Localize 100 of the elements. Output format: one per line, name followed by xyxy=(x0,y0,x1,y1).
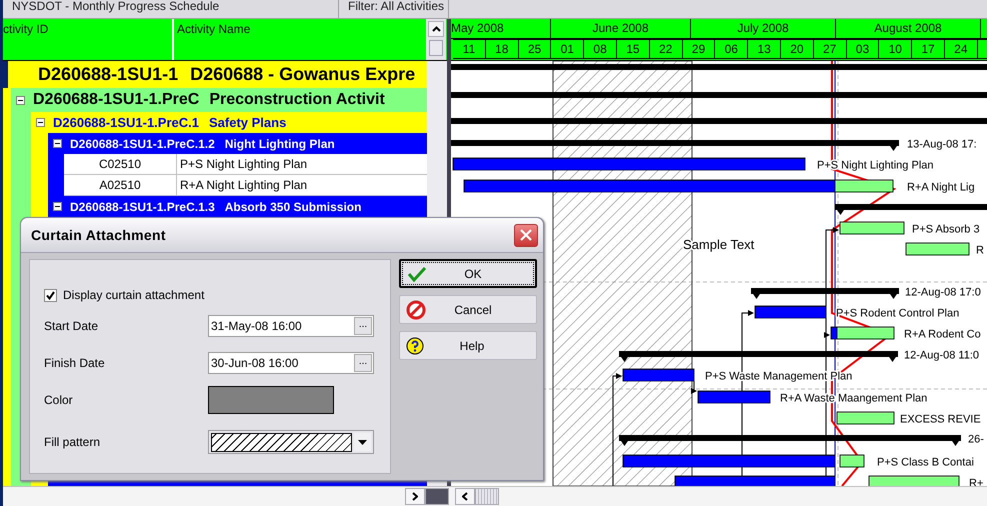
field-label: Finish Date xyxy=(44,356,106,370)
dependency-line xyxy=(691,380,697,394)
summary-bar[interactable] xyxy=(751,288,899,299)
week-header: 06 xyxy=(715,39,748,59)
checkbox[interactable] xyxy=(44,288,57,302)
month-header: August 2008 xyxy=(836,19,981,39)
wbs-row[interactable]: D260688-1SU1-1.PreC Preconstruction Activit xyxy=(11,88,427,112)
layout-name: NYSDOT - Monthly Progress Schedule xyxy=(8,0,339,18)
table-row[interactable]: A02510 R+A Night Lighting Plan xyxy=(64,175,427,196)
activity-bar[interactable] xyxy=(836,326,894,340)
activity-name-cell-text: P+S Night Lighting Plan xyxy=(179,156,308,173)
week-header: 13 xyxy=(748,39,781,59)
week-header: 24 xyxy=(944,39,978,59)
week-header: 15 xyxy=(616,39,650,59)
chevron-up-icon xyxy=(432,26,440,32)
week-header: 27 xyxy=(814,39,847,59)
month-header: May 2008 xyxy=(451,19,551,39)
wbs-name: Preconstruction Activit xyxy=(209,91,385,109)
browse-button[interactable]: ... xyxy=(354,354,372,372)
bar-label: 26- xyxy=(968,434,984,446)
dialog-title: Curtain Attachment xyxy=(31,227,166,243)
bar-label: R+A Rodent Co xyxy=(904,328,981,340)
date-field[interactable]: 31-May-08 16:00 ... xyxy=(208,314,374,336)
wbs-row[interactable]: D260688-1SU1-1.PreC.1.3 Absorb 350 Submission xyxy=(48,196,427,217)
scroll-right-button[interactable] xyxy=(405,488,425,505)
bar-label: P+S Absorb 3 xyxy=(912,224,980,236)
wbs-code: D260688-1SU1-1.PreC xyxy=(33,91,200,109)
close-icon xyxy=(520,229,532,241)
activity-name-cell-text: R+A Night Lighting Plan xyxy=(179,177,308,194)
help-button[interactable]: Help xyxy=(399,331,537,360)
activity-id-cell: A02510 xyxy=(64,175,177,195)
summary-bar[interactable] xyxy=(619,435,961,446)
wbs-row[interactable]: D260688-1SU1-1.PreC.1.2 Night Lighting Plan xyxy=(48,133,427,154)
scroll-thumb[interactable] xyxy=(429,40,443,56)
summary-bar[interactable] xyxy=(619,351,898,362)
scroll-thumb[interactable] xyxy=(425,488,449,505)
dropdown-arrow-icon xyxy=(358,440,367,444)
activity-bar[interactable] xyxy=(906,242,970,256)
wbs-code: D260688-1SU1-1 xyxy=(38,64,178,85)
scroll-left-button[interactable] xyxy=(455,488,475,505)
date-field[interactable]: 30-Jun-08 16:00 ... xyxy=(208,352,374,374)
bar-label: 12-Aug-08 17:0 xyxy=(905,286,981,298)
week-header: 22 xyxy=(650,39,683,59)
wbs-code: D260688-1SU1-1.PreC.1.3 xyxy=(70,200,215,214)
summary-bar[interactable] xyxy=(835,204,987,215)
no-entry-icon xyxy=(406,300,426,320)
close-button[interactable] xyxy=(514,224,538,246)
month-header: June 2008 xyxy=(551,19,691,39)
color-swatch[interactable] xyxy=(208,386,334,414)
ok-button[interactable]: OK xyxy=(399,259,537,288)
summary-bar[interactable] xyxy=(451,140,899,151)
wbs-code: D260688-1SU1-1.PreC.1.2 xyxy=(70,136,215,150)
collapse-toggle[interactable] xyxy=(16,96,25,104)
week-header: 25 xyxy=(518,39,552,59)
month-header: July 2008 xyxy=(691,19,836,39)
filter-label: Filter: All Activities xyxy=(344,0,450,18)
field-label: Fill pattern xyxy=(44,435,102,449)
check-icon xyxy=(407,266,427,282)
activity-bar[interactable] xyxy=(840,454,864,468)
wbs-row[interactable]: D260688-1SU1-1.PreC.1 Safety Plans xyxy=(31,112,427,133)
bar-label: P+S Class B Contai xyxy=(877,456,974,468)
browse-button[interactable]: ... xyxy=(354,316,372,334)
wbs-name: Absorb 350 Submission xyxy=(224,200,362,214)
week-header: 29 xyxy=(682,39,716,59)
scroll-up-button[interactable] xyxy=(428,21,444,37)
scroll-thumb[interactable] xyxy=(475,488,499,505)
bar-label: EXCESS REVIE xyxy=(900,414,981,426)
week-header: 20 xyxy=(780,39,814,59)
wbs-name: Safety Plans xyxy=(208,115,286,130)
bar-label: R+A Night Lig xyxy=(907,182,975,194)
bar-label: 13-Aug-08 17: xyxy=(907,138,977,150)
field-label: Color xyxy=(44,392,74,406)
bar-label: 12-Aug-08 11:0 xyxy=(904,350,980,362)
week-header: 18 xyxy=(486,39,519,59)
wbs-name: Night Lighting Plan xyxy=(224,136,335,150)
column-header[interactable]: Activity Name xyxy=(174,19,426,60)
collapse-toggle[interactable] xyxy=(53,202,62,211)
activity-bar[interactable] xyxy=(836,412,894,424)
activity-id-cell: C02510 xyxy=(64,154,177,174)
chevron-right-icon xyxy=(412,492,418,501)
fill-pattern-dropdown[interactable] xyxy=(208,430,374,454)
table-row[interactable]: C02510 P+S Night Lighting Plan xyxy=(64,154,427,175)
week-header: 01 xyxy=(551,39,584,59)
wbs-code: D260688-1SU1-1.PreC.1 xyxy=(53,115,199,130)
cancel-button[interactable]: Cancel xyxy=(399,295,537,324)
chevron-left-icon xyxy=(462,492,468,501)
checkbox-label: Display curtain attachment xyxy=(63,288,204,302)
wbs-name: D260688 - Gowanus Expre xyxy=(190,64,416,85)
activity-bar[interactable] xyxy=(834,180,894,192)
bar-label: P+S Rodent Control Plan xyxy=(836,308,960,320)
collapse-toggle[interactable] xyxy=(53,139,62,148)
bar-label: R xyxy=(976,244,984,256)
week-header: 03 xyxy=(846,39,880,59)
help-icon xyxy=(406,336,424,354)
week-header: 10 xyxy=(879,39,912,59)
activity-bar[interactable] xyxy=(840,222,904,234)
field-label: Start Date xyxy=(44,318,100,332)
week-header: 11 xyxy=(453,39,486,59)
week-header: 17 xyxy=(912,39,945,59)
collapse-toggle[interactable] xyxy=(36,118,45,127)
